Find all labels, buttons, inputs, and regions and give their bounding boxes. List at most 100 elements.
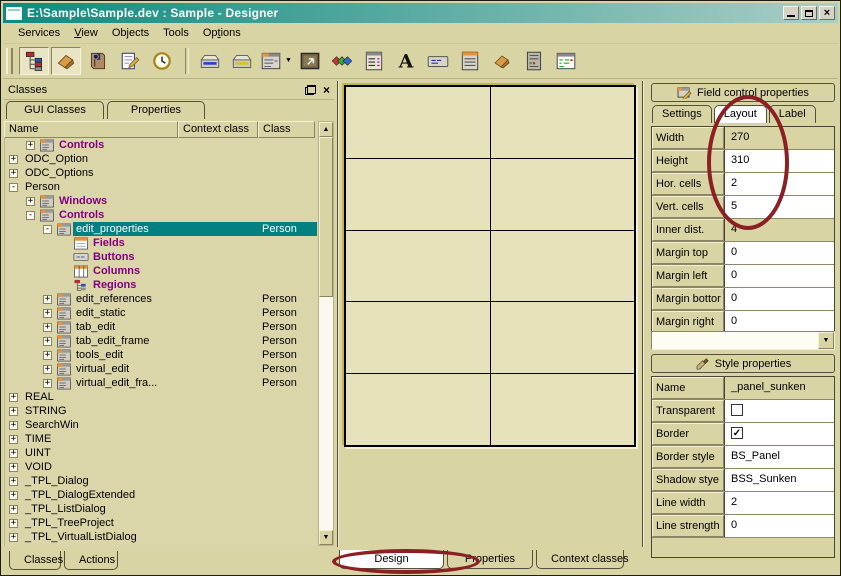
tree-item-tpl-listdialog[interactable]: +_TPL_ListDialog xyxy=(5,502,317,516)
toolbar-grip[interactable] xyxy=(6,48,13,74)
expand-icon[interactable]: + xyxy=(9,449,18,458)
checkbox-checked-icon[interactable]: ✓ xyxy=(731,427,743,439)
tab-gui-classes[interactable]: GUI Classes xyxy=(6,101,104,119)
design-canvas[interactable] xyxy=(344,85,636,447)
tree-item-edit-static[interactable]: +edit_staticPerson xyxy=(5,306,317,320)
tree-item-odc-option[interactable]: +ODC_Option xyxy=(5,152,317,166)
expand-icon[interactable]: + xyxy=(9,505,18,514)
expand-icon[interactable]: + xyxy=(26,197,35,206)
menu-item-options[interactable]: Options xyxy=(196,25,248,41)
toolbar-button-links[interactable] xyxy=(327,47,357,75)
tree-item-windows[interactable]: +Windows xyxy=(5,194,317,208)
tree-item-controls[interactable]: -Controls xyxy=(5,208,317,222)
property-value[interactable] xyxy=(724,400,834,422)
tree-item-virtual-edit-fra[interactable]: +virtual_edit_fra...Person xyxy=(5,376,317,390)
float-panel-button[interactable] xyxy=(305,85,316,95)
toolbar-button-eraser[interactable] xyxy=(51,47,81,75)
toolbar-button-server[interactable] xyxy=(519,47,549,75)
property-value[interactable]: 0 xyxy=(724,515,834,537)
scroll-down-button[interactable]: ▼ xyxy=(319,530,333,545)
tab-context-classes[interactable]: Context classes xyxy=(536,550,624,569)
property-value[interactable]: 310 xyxy=(724,150,834,172)
design-grid-cell[interactable] xyxy=(491,231,635,302)
tab-label[interactable]: Label xyxy=(769,105,816,123)
tree-item-virtual-edit[interactable]: +virtual_editPerson xyxy=(5,362,317,376)
property-value[interactable]: 4 xyxy=(724,219,834,241)
minimize-button[interactable] xyxy=(783,6,799,20)
expand-icon[interactable]: + xyxy=(9,435,18,444)
close-panel-button[interactable]: × xyxy=(323,85,330,95)
style-selector[interactable]: ▼ xyxy=(651,331,835,350)
dropdown-arrow-icon[interactable]: ▼ xyxy=(285,57,292,64)
toolbar-button-form-window[interactable]: ▼ xyxy=(259,47,293,75)
tree-item-searchwin[interactable]: +SearchWin xyxy=(5,418,317,432)
tree-item-string[interactable]: +STRING xyxy=(5,404,317,418)
collapse-icon[interactable]: - xyxy=(9,183,18,192)
toolbar-button-image[interactable] xyxy=(295,47,325,75)
property-value[interactable]: BS_Panel xyxy=(724,446,834,468)
property-value[interactable]: ✓ xyxy=(724,423,834,445)
column-header-name[interactable]: Name xyxy=(4,121,178,138)
tree-item-tools-edit[interactable]: +tools_editPerson xyxy=(5,348,317,362)
menu-item-tools[interactable]: Tools xyxy=(156,25,196,41)
tree-item-tpl-dialogextended[interactable]: +_TPL_DialogExtended xyxy=(5,488,317,502)
style-properties-button[interactable]: Style properties xyxy=(651,354,835,373)
tree-item-columns[interactable]: Columns xyxy=(5,264,317,278)
checkbox-unchecked-icon[interactable] xyxy=(731,404,743,416)
expand-icon[interactable]: + xyxy=(43,337,52,346)
design-grid-cell[interactable] xyxy=(491,374,635,445)
property-value[interactable]: BSS_Sunken xyxy=(724,469,834,491)
expand-icon[interactable]: + xyxy=(9,421,18,430)
property-value[interactable]: 270 xyxy=(724,127,834,149)
menu-item-view[interactable]: View xyxy=(67,25,105,41)
tree-item-uint[interactable]: +UINT xyxy=(5,446,317,460)
toolbar-button-drawer-yellow[interactable] xyxy=(227,47,257,75)
toolbar-button-button[interactable] xyxy=(423,47,453,75)
toolbar-button-report[interactable] xyxy=(359,47,389,75)
scroll-up-button[interactable]: ▲ xyxy=(319,122,333,137)
design-grid-cell[interactable] xyxy=(346,302,490,373)
expand-icon[interactable]: + xyxy=(9,407,18,416)
expand-icon[interactable]: + xyxy=(9,491,18,500)
expand-icon[interactable]: + xyxy=(9,393,18,402)
menu-item-services[interactable]: Services xyxy=(11,25,67,41)
design-grid-cell[interactable] xyxy=(346,231,490,302)
tab-properties[interactable]: Properties xyxy=(447,550,533,569)
expand-icon[interactable]: + xyxy=(26,141,35,150)
maximize-button[interactable] xyxy=(801,6,817,20)
property-value[interactable]: 0 xyxy=(724,265,834,287)
tree-item-edit-references[interactable]: +edit_referencesPerson xyxy=(5,292,317,306)
design-grid-cell[interactable] xyxy=(491,159,635,230)
tree-item-time[interactable]: +TIME xyxy=(5,432,317,446)
tab-layout[interactable]: Layout xyxy=(714,105,767,123)
expand-icon[interactable]: + xyxy=(43,295,52,304)
property-value[interactable]: 2 xyxy=(724,492,834,514)
expand-icon[interactable]: + xyxy=(43,365,52,374)
right-splitter[interactable] xyxy=(642,81,644,547)
toolbar-button-clock[interactable] xyxy=(147,47,177,75)
expand-icon[interactable]: + xyxy=(9,533,18,542)
tree-item-buttons[interactable]: Buttons xyxy=(5,250,317,264)
tab-classes[interactable]: Classes xyxy=(9,551,61,570)
tab-properties[interactable]: Properties xyxy=(107,101,205,119)
left-splitter[interactable] xyxy=(337,81,339,547)
toolbar-button-book[interactable] xyxy=(83,47,113,75)
tree-item-tab-edit-frame[interactable]: +tab_edit_framePerson xyxy=(5,334,317,348)
tree-item-tpl-treeproject[interactable]: +_TPL_TreeProject xyxy=(5,516,317,530)
tree-item-real[interactable]: +REAL xyxy=(5,390,317,404)
combo-dropdown-button[interactable]: ▼ xyxy=(818,332,834,349)
collapse-icon[interactable]: - xyxy=(26,211,35,220)
property-value[interactable]: 2 xyxy=(724,173,834,195)
expand-icon[interactable]: + xyxy=(9,463,18,472)
property-value[interactable]: 5 xyxy=(724,196,834,218)
property-value[interactable]: 0 xyxy=(724,311,834,333)
property-value[interactable]: _panel_sunken xyxy=(724,377,834,399)
toolbar-button-edit-document[interactable] xyxy=(115,47,145,75)
expand-icon[interactable]: + xyxy=(9,169,18,178)
expand-icon[interactable]: + xyxy=(43,309,52,318)
tree-item-tab-edit[interactable]: +tab_editPerson xyxy=(5,320,317,334)
toolbar-button-list-window[interactable] xyxy=(455,47,485,75)
design-grid-cell[interactable] xyxy=(491,302,635,373)
tree-item-tpl-dialog[interactable]: +_TPL_Dialog xyxy=(5,474,317,488)
menu-item-objects[interactable]: Objects xyxy=(105,25,156,41)
